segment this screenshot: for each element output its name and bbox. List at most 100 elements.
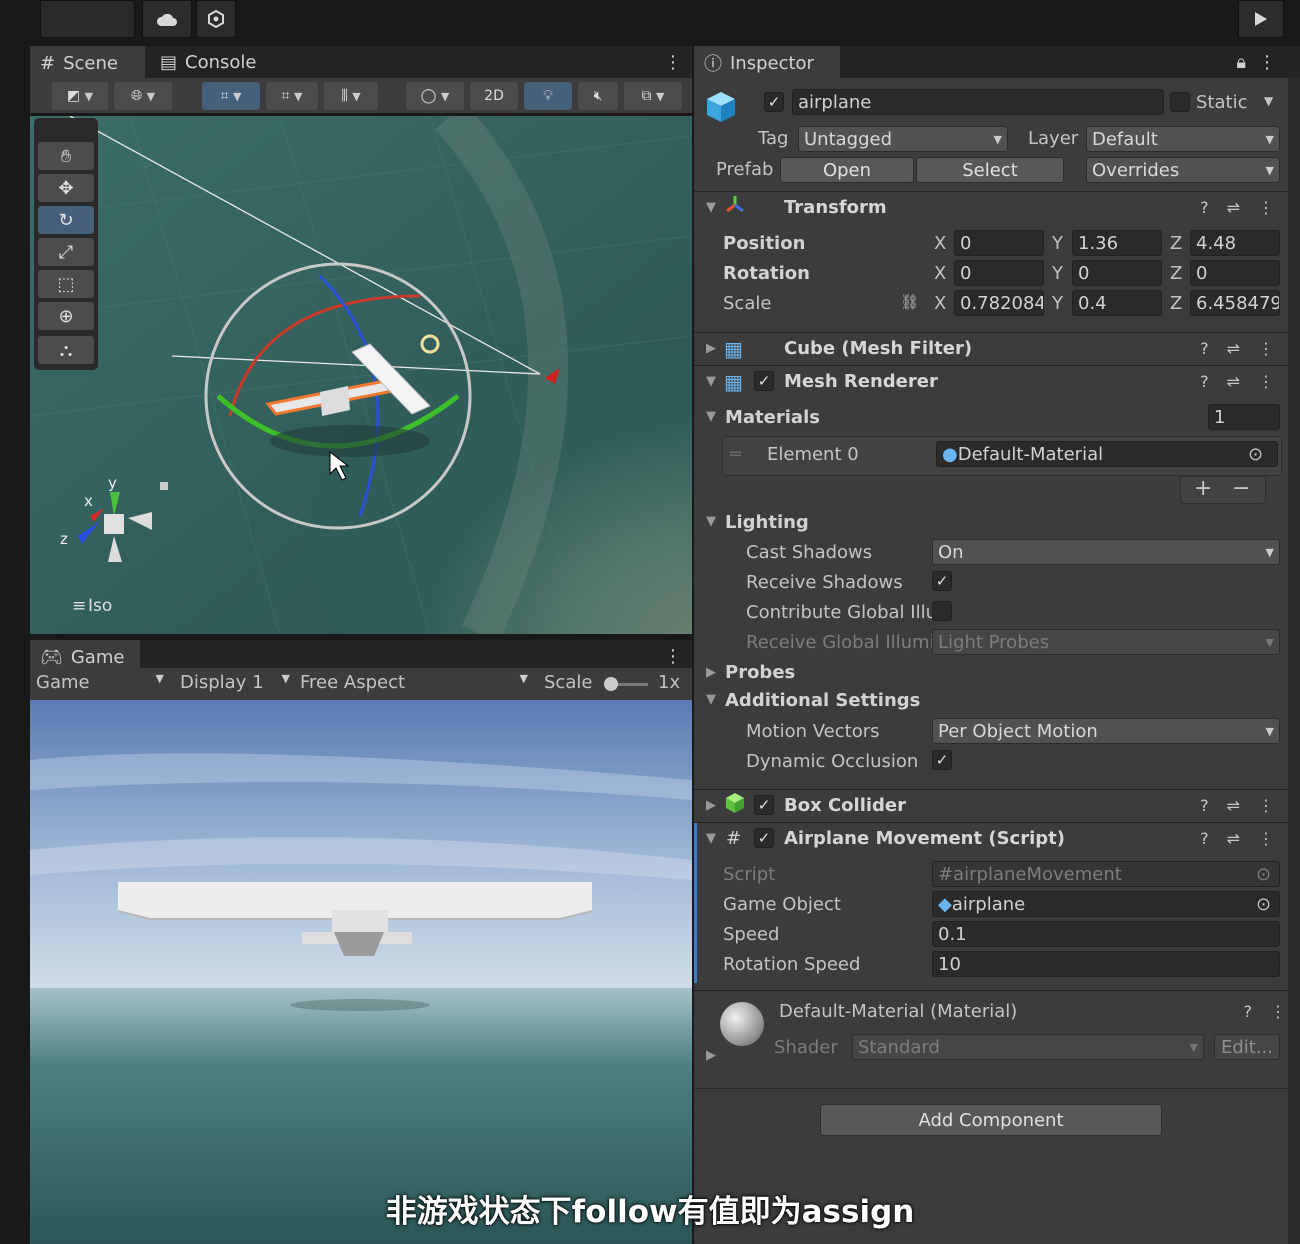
mesh-renderer-enabled-checkbox[interactable]: ✓ <box>754 371 774 391</box>
transform-tool[interactable]: ⊕ <box>38 302 94 330</box>
kebab-icon[interactable]: ⋮ <box>1258 372 1274 391</box>
inspector-scrollbar[interactable] <box>1288 78 1300 1244</box>
box-collider-enabled-checkbox[interactable]: ✓ <box>754 795 774 815</box>
position-x-field[interactable]: 0 <box>954 230 1044 256</box>
static-checkbox[interactable] <box>1170 92 1190 112</box>
rotation-y-field[interactable]: 0 <box>1072 260 1162 286</box>
object-picker-icon[interactable]: ⊙ <box>1248 444 1263 465</box>
help-icon[interactable]: ? <box>1244 1002 1253 1021</box>
foldout-arrow-icon[interactable]: ▶ <box>706 665 716 680</box>
script-enabled-checkbox[interactable]: ✓ <box>754 828 774 848</box>
gizmo-dropdown[interactable]: ◯ ▼ <box>406 82 464 110</box>
preset-icon[interactable]: ⇌ <box>1227 829 1240 848</box>
box-collider-header[interactable]: ▶ ✓ Box Collider ? ⇌ ⋮ <box>694 789 1288 821</box>
rotate-tool[interactable]: ↻ <box>38 206 94 234</box>
preset-icon[interactable]: ⇌ <box>1227 198 1240 217</box>
game-view[interactable] <box>30 700 692 1244</box>
render-mode-dropdown[interactable]: 🌐︎ ▼ <box>114 82 172 110</box>
add-element-button[interactable]: + <box>1194 476 1212 501</box>
play-button[interactable] <box>1238 0 1284 38</box>
kebab-icon[interactable]: ⋮ <box>1270 1002 1286 1021</box>
object-picker-icon[interactable]: ⊙ <box>1256 894 1271 915</box>
receive-shadows-checkbox[interactable]: ✓ <box>932 571 952 591</box>
tag-dropdown[interactable]: Untagged ▼ <box>798 126 1008 152</box>
inspector-menu-button[interactable]: ⋮ <box>1248 46 1286 78</box>
ruler-dropdown[interactable]: ⫼ ▼ <box>324 82 378 110</box>
collab-button[interactable] <box>196 0 236 38</box>
scene-view[interactable]: y x z Iso ≡ <box>30 116 692 634</box>
prefab-select-button[interactable]: Select <box>916 157 1064 183</box>
audio-toggle[interactable]: 🔇︎ <box>578 82 618 110</box>
tab-console[interactable]: ▤ Console <box>150 46 266 78</box>
draw-mode-dropdown[interactable]: ◩ ▼ <box>52 82 108 110</box>
speed-field[interactable]: 0.1 <box>932 921 1280 947</box>
kebab-icon[interactable]: ⋮ <box>1258 796 1274 815</box>
shader-edit-button[interactable]: Edit... <box>1214 1034 1280 1060</box>
object-name-field[interactable]: airplane <box>792 89 1164 115</box>
scale-z-field[interactable]: 6.458479 <box>1190 290 1280 316</box>
layer-dropdown[interactable]: Default ▼ <box>1086 126 1280 152</box>
foldout-arrow-icon[interactable]: ▶ <box>706 1048 716 1063</box>
help-icon[interactable]: ? <box>1200 796 1209 815</box>
hand-tool[interactable]: ✋︎ <box>38 142 94 170</box>
game-object-field[interactable]: ◆ airplane <box>932 891 1280 917</box>
preset-icon[interactable]: ⇌ <box>1227 339 1240 358</box>
tab-inspector[interactable]: ⓘ Inspector <box>694 46 840 78</box>
dynamic-occlusion-checkbox[interactable]: ✓ <box>932 750 952 770</box>
kebab-icon[interactable]: ⋮ <box>1258 198 1274 217</box>
static-dropdown-arrow[interactable]: ▼ <box>1264 94 1273 108</box>
custom-tool[interactable]: ⛬ <box>38 336 94 364</box>
materials-count-field[interactable]: 1 <box>1208 404 1280 430</box>
prefab-open-button[interactable]: Open <box>780 157 914 183</box>
active-checkbox[interactable]: ✓ <box>764 92 784 112</box>
move-tool[interactable]: ✥ <box>38 174 94 202</box>
help-icon[interactable]: ? <box>1200 198 1209 217</box>
preset-icon[interactable]: ⇌ <box>1227 372 1240 391</box>
drag-handle-icon[interactable]: ═ <box>730 444 741 465</box>
grid-snap-dropdown[interactable]: ⌗ ▼ <box>202 82 260 110</box>
contribute-gi-checkbox[interactable] <box>932 601 952 621</box>
scene-menu-button[interactable]: ⋮ <box>654 46 692 78</box>
motion-vectors-dropdown[interactable]: Per Object Motion ▼ <box>932 718 1280 744</box>
help-icon[interactable]: ? <box>1200 372 1209 391</box>
lighting-toggle[interactable]: 💡︎ <box>524 82 572 110</box>
transform-header[interactable]: ▼ Transform ? ⇌ ⋮ <box>694 191 1288 223</box>
shader-dropdown[interactable]: Standard ▼ <box>852 1034 1204 1060</box>
rotation-x-field[interactable]: 0 <box>954 260 1044 286</box>
scale-tool[interactable]: ⤢ <box>38 238 94 266</box>
mesh-filter-header[interactable]: ▶ ▦ Cube (Mesh Filter) ? ⇌ ⋮ <box>694 332 1288 364</box>
position-y-field[interactable]: 1.36 <box>1072 230 1162 256</box>
kebab-icon[interactable]: ⋮ <box>1258 829 1274 848</box>
scale-y-field[interactable]: 0.4 <box>1072 290 1162 316</box>
cast-shadows-dropdown[interactable]: On ▼ <box>932 539 1280 565</box>
preset-icon[interactable]: ⇌ <box>1227 796 1240 815</box>
scale-x-field[interactable]: 0.782084 <box>954 290 1044 316</box>
game-view-dropdown[interactable]: Game ▼ <box>36 672 164 693</box>
effects-dropdown[interactable]: ⧉ ▼ <box>624 82 682 110</box>
add-component-button[interactable]: Add Component <box>820 1104 1162 1136</box>
increment-snap-dropdown[interactable]: ⌗ ▼ <box>266 82 318 110</box>
help-icon[interactable]: ? <box>1200 339 1209 358</box>
foldout-arrow-icon[interactable]: ▼ <box>706 409 716 424</box>
cloud-button[interactable] <box>142 0 192 38</box>
scale-slider-thumb[interactable] <box>604 677 618 691</box>
tab-scene[interactable]: # Scene <box>30 46 145 78</box>
foldout-arrow-icon[interactable]: ▼ <box>706 692 716 707</box>
rotation-speed-field[interactable]: 10 <box>932 951 1280 977</box>
2d-toggle[interactable]: 2D <box>470 82 518 110</box>
aspect-dropdown[interactable]: Free Aspect ▼ <box>300 672 528 693</box>
script-header[interactable]: ▼ # ✓ Airplane Movement (Script) ? ⇌ ⋮ <box>694 822 1288 854</box>
account-dropdown[interactable] <box>40 0 135 38</box>
rect-tool[interactable]: ⬚ <box>38 270 94 298</box>
element0-field[interactable]: ● Default-Material <box>936 441 1278 467</box>
position-z-field[interactable]: 4.48 <box>1190 230 1280 256</box>
mesh-renderer-header[interactable]: ▼ ▦ ✓ Mesh Renderer ? ⇌ ⋮ <box>694 365 1288 397</box>
display-dropdown[interactable]: Display 1 ▼ <box>180 672 290 693</box>
prefab-overrides-dropdown[interactable]: Overrides ▼ <box>1086 157 1280 183</box>
constrain-proportions-icon[interactable]: ⛓︎ <box>900 293 919 311</box>
help-icon[interactable]: ? <box>1200 829 1209 848</box>
rotation-z-field[interactable]: 0 <box>1190 260 1280 286</box>
remove-element-button[interactable]: − <box>1232 476 1250 501</box>
kebab-icon[interactable]: ⋮ <box>1258 339 1274 358</box>
foldout-arrow-icon[interactable]: ▼ <box>706 514 716 529</box>
